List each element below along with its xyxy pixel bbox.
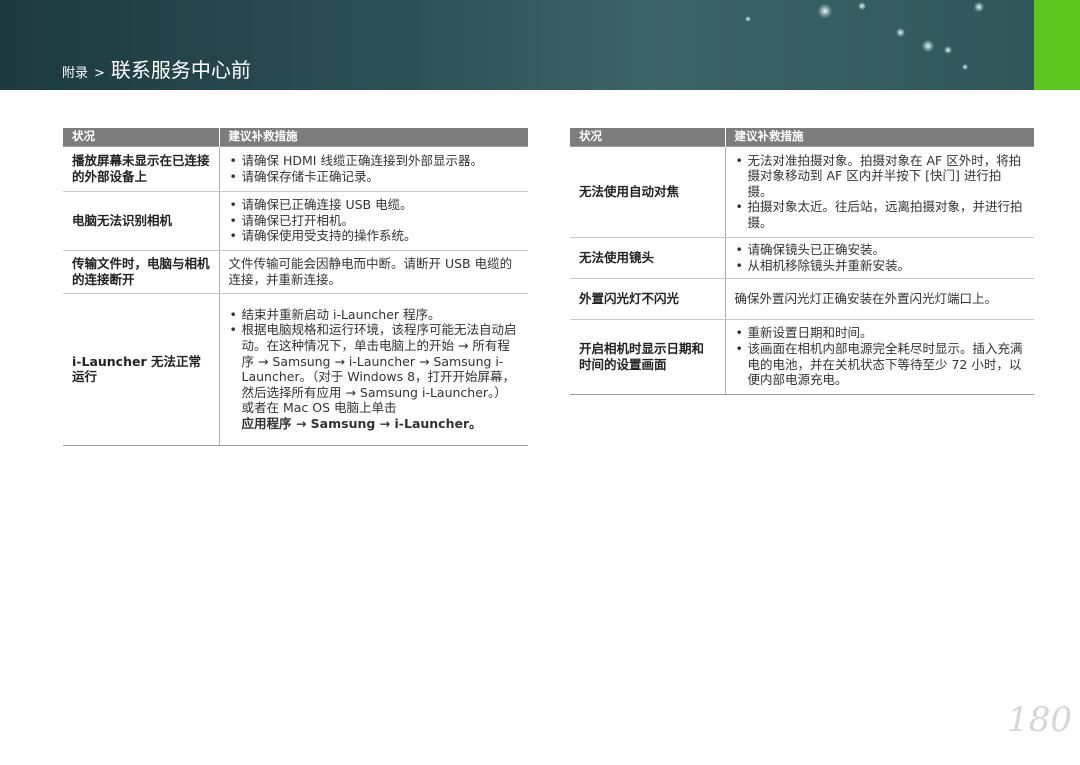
sparkle-icon [962, 64, 968, 70]
table-row: i-Launcher 无法正常运行 结束并重新启动 i-Launcher 程序。… [63, 293, 528, 446]
sparkle-icon [974, 2, 984, 12]
table-header: 状况 建议补救措施 [63, 128, 528, 147]
solution-cell: 结束并重新启动 i-Launcher 程序。 根据电脑规格和运行环境，该程序可能… [218, 293, 528, 446]
troubleshoot-table-left: 状况 建议补救措施 播放屏幕未显示在已连接的外部设备上 请确保 HDMI 线缆正… [63, 128, 528, 446]
solution-bullet: 无法对准拍摄对象。拍摄对象在 AF 区外时，将拍摄对象移动到 AF 区内并半按下… [735, 153, 1026, 200]
breadcrumb-separator: > [94, 66, 105, 81]
solution-cell: 重新设置日期和时间。 该画面在相机内部电源完全耗尽时显示。插入充满电的电池，并在… [724, 319, 1034, 395]
solution-cell: 请确保已正确连接 USB 电缆。 请确保已打开相机。 请确保使用受支持的操作系统… [218, 191, 528, 251]
sparkle-icon [922, 40, 934, 52]
table-row: 传输文件时，电脑与相机的连接断开 文件传输可能会因静电而中断。请断开 USB 电… [63, 250, 528, 294]
condition-cell: 传输文件时，电脑与相机的连接断开 [63, 250, 219, 294]
sparkle-icon [858, 2, 866, 10]
chapter-tab [1034, 0, 1080, 90]
condition-cell: 电脑无法识别相机 [63, 191, 219, 251]
condition-cell: i-Launcher 无法正常运行 [63, 293, 219, 446]
solution-bullet: 请确保 HDMI 线缆正确连接到外部显示器。 [229, 153, 520, 169]
table-row: 播放屏幕未显示在已连接的外部设备上 请确保 HDMI 线缆正确连接到外部显示器。… [63, 145, 528, 192]
sparkle-icon [944, 46, 952, 54]
column-header-condition: 状况 [63, 128, 220, 147]
solution-cell: 确保外置闪光灯正确安装在外置闪光灯端口上。 [724, 278, 1034, 320]
condition-cell: 无法使用镜头 [570, 237, 725, 279]
breadcrumb-section[interactable]: 附录 [62, 62, 88, 81]
solution-cell: 文件传输可能会因静电而中断。请断开 USB 电缆的连接，并重新连接。 [218, 250, 528, 294]
sparkle-icon [745, 16, 751, 22]
column-header-condition: 状况 [570, 128, 726, 147]
page-title: 联系服务中心前 [110, 58, 251, 82]
solution-bullet: 请确保已正确连接 USB 电缆。 [229, 197, 520, 213]
table-row: 外置闪光灯不闪光 确保外置闪光灯正确安装在外置闪光灯端口上。 [570, 278, 1034, 320]
table-row: 开启相机时显示日期和时间的设置画面 重新设置日期和时间。 该画面在相机内部电源完… [570, 319, 1034, 395]
solution-cell: 请确保 HDMI 线缆正确连接到外部显示器。 请确保存储卡正确记录。 [218, 145, 528, 192]
table-row: 电脑无法识别相机 请确保已正确连接 USB 电缆。 请确保已打开相机。 请确保使… [63, 191, 528, 251]
column-header-solution: 建议补救措施 [725, 128, 1034, 147]
solution-cell: 无法对准拍摄对象。拍摄对象在 AF 区外时，将拍摄对象移动到 AF 区内并半按下… [724, 145, 1034, 238]
solution-bullet: 重新设置日期和时间。 [735, 325, 1026, 341]
sparkle-icon [896, 28, 905, 37]
solution-cell: 请确保镜头已正确安装。 从相机移除镜头并重新安装。 [724, 237, 1034, 279]
page-number: 180 [1007, 700, 1072, 740]
solution-bullet: 请确保镜头已正确安装。 [735, 242, 1026, 258]
solution-bullet: 从相机移除镜头并重新安装。 [735, 258, 1026, 274]
condition-cell: 播放屏幕未显示在已连接的外部设备上 [63, 145, 219, 192]
condition-cell: 无法使用自动对焦 [570, 145, 725, 238]
solution-bullet: 请确保使用受支持的操作系统。 [229, 228, 520, 244]
solution-bullet: 结束并重新启动 i-Launcher 程序。 [229, 307, 520, 323]
table-row: 无法使用自动对焦 无法对准拍摄对象。拍摄对象在 AF 区外时，将拍摄对象移动到 … [570, 145, 1034, 238]
table-header: 状况 建议补救措施 [570, 128, 1034, 147]
breadcrumb: 附录 > 联系服务中心前 [62, 54, 251, 83]
sparkle-icon [818, 4, 832, 18]
column-header-solution: 建议补救措施 [219, 128, 528, 147]
table-row: 无法使用镜头 请确保镜头已正确安装。 从相机移除镜头并重新安装。 [570, 237, 1034, 279]
solution-bullet: 请确保已打开相机。 [229, 213, 520, 229]
solution-footer: 应用程序 → Samsung → i-Launcher。 [241, 415, 482, 431]
solution-bullet: 该画面在相机内部电源完全耗尽时显示。插入充满电的电池，并在关机状态下等待至少 7… [735, 341, 1026, 388]
condition-cell: 外置闪光灯不闪光 [570, 278, 725, 320]
solution-bullet: 请确保存储卡正确记录。 [229, 169, 520, 185]
condition-cell: 开启相机时显示日期和时间的设置画面 [570, 319, 725, 395]
solution-bullet: 拍摄对象太近。往后站，远离拍摄对象，并进行拍摄。 [735, 199, 1026, 230]
troubleshoot-table-right: 状况 建议补救措施 无法使用自动对焦 无法对准拍摄对象。拍摄对象在 AF 区外时… [570, 128, 1034, 395]
solution-bullet: 根据电脑规格和运行环境，该程序可能无法自动启动。在这种情况下，单击电脑上的开始 … [229, 322, 520, 416]
